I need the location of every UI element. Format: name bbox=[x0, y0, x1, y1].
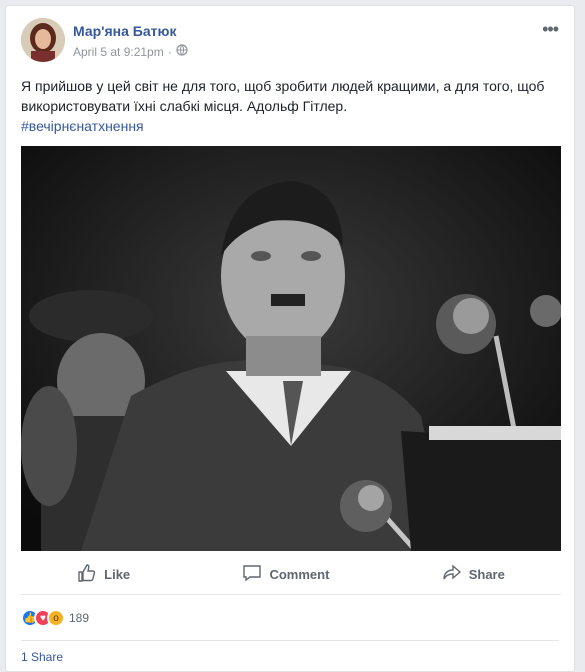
more-options-icon[interactable]: ••• bbox=[542, 20, 559, 38]
timestamp[interactable]: April 5 at 9:21pm bbox=[73, 45, 164, 59]
comment-icon bbox=[242, 563, 262, 586]
reaction-icons: 👍 ♥ o bbox=[21, 609, 65, 627]
reaction-count[interactable]: 189 bbox=[69, 611, 89, 625]
post-text-block: Я прийшов у цей світ не для того, щоб зр… bbox=[21, 76, 561, 136]
post-card: Мар'яна Батюк April 5 at 9:21pm · ••• Я … bbox=[5, 5, 575, 672]
divider bbox=[21, 640, 559, 641]
share-button[interactable]: Share bbox=[432, 557, 515, 592]
globe-icon bbox=[176, 44, 188, 59]
hashtag-link[interactable]: #вечірнєнатхнення bbox=[21, 116, 561, 136]
like-label: Like bbox=[104, 566, 131, 582]
comment-button[interactable]: Comment bbox=[232, 557, 339, 592]
meta-separator: · bbox=[167, 44, 172, 59]
thumbs-up-icon bbox=[77, 563, 97, 586]
like-button[interactable]: Like bbox=[67, 557, 140, 592]
share-arrow-icon bbox=[442, 563, 462, 586]
post-text: Я прийшов у цей світ не для того, щоб зр… bbox=[21, 78, 545, 114]
share-count[interactable]: 1 Share bbox=[21, 650, 63, 664]
comment-label: Comment bbox=[269, 566, 330, 582]
post-actions: Like Comment Share bbox=[21, 554, 561, 595]
reaction-summary[interactable]: 👍 ♥ o 189 bbox=[21, 606, 89, 630]
share-label: Share bbox=[468, 566, 505, 582]
post-meta: April 5 at 9:21pm · bbox=[73, 44, 188, 59]
avatar[interactable] bbox=[21, 18, 65, 62]
post-header: Мар'яна Батюк April 5 at 9:21pm · ••• bbox=[21, 18, 562, 66]
author-name[interactable]: Мар'яна Батюк bbox=[73, 23, 176, 39]
post-photo[interactable] bbox=[21, 146, 561, 551]
wow-reaction-icon: o bbox=[47, 609, 65, 627]
